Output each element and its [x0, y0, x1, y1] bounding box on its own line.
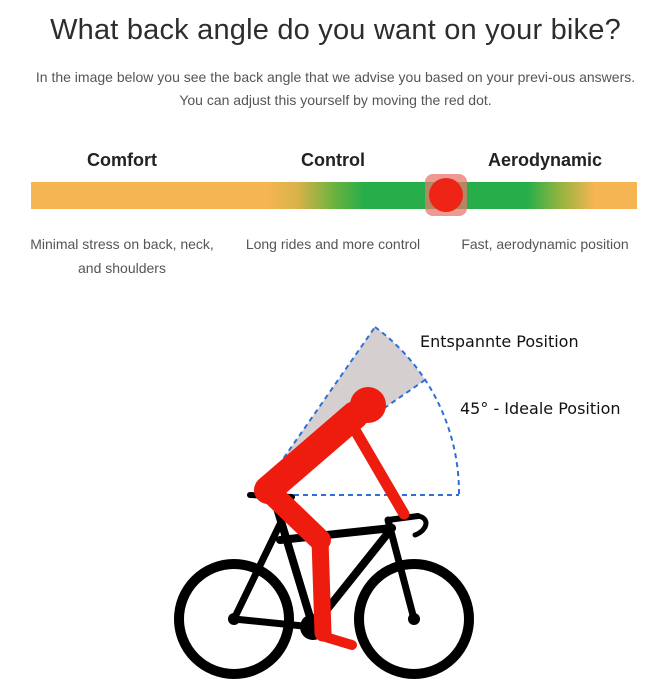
- slider-handle-red-dot[interactable]: [429, 178, 463, 212]
- rider-bike-illustration: [174, 326, 474, 679]
- stage-description-aerodynamic: Fast, aerodynamic position: [461, 236, 629, 252]
- rider-shin: [311, 531, 332, 642]
- stage-label-control: Control: [301, 150, 365, 170]
- ideal-position-label: 45° - Ideale Position: [460, 399, 621, 418]
- page-subtitle: In the image below you see the back angl…: [35, 69, 636, 108]
- page-title: What back angle do you want on your bike…: [50, 14, 621, 46]
- stage-description-control: Long rides and more control: [245, 236, 421, 252]
- stage-label-comfort: Comfort: [87, 150, 157, 170]
- stage-label-aerodynamic: Aerodynamic: [487, 150, 603, 170]
- relaxed-position-label: Entspannte Position: [420, 332, 579, 351]
- rider-head: [350, 387, 386, 423]
- stage-description-comfort: Minimal stress on back, neck, and should…: [30, 236, 214, 276]
- rider-foot: [317, 631, 357, 650]
- rider-arm: [349, 424, 410, 520]
- back-angle-slider-track[interactable]: [31, 182, 637, 209]
